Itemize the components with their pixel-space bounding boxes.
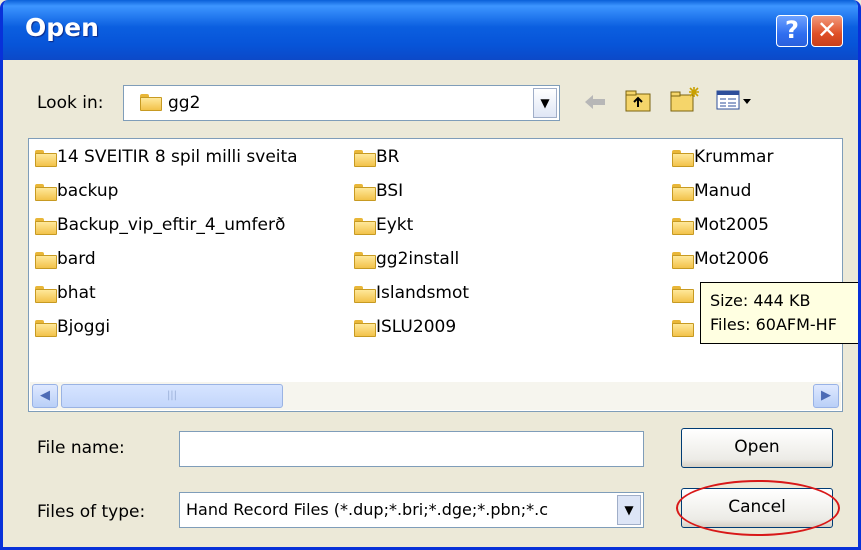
folder-icon [672,150,694,167]
folder-icon [354,252,376,269]
chevron-down-icon[interactable]: ▼ [533,88,557,118]
folder-icon [35,150,57,167]
folder-icon [672,286,694,303]
folder-tooltip: Size: 444 KB Files: 60AFM-HF [700,282,858,344]
folder-icon [354,320,376,337]
folder-icon [35,184,57,201]
dialog-title: Open [25,13,99,42]
folder-icon [354,286,376,303]
up-one-level-icon[interactable] [623,88,653,114]
folder-icon [672,252,694,269]
scroll-right-button[interactable]: ▶ [813,384,839,408]
folder-icon [354,150,376,167]
folder-icon [672,218,694,235]
folder-icon [35,286,57,303]
file-type-value: Hand Record Files (*.dup;*.bri;*.dge;*.p… [186,500,549,519]
help-button[interactable]: ? [776,15,808,47]
folder-icon [354,184,376,201]
scrollbar-thumb[interactable]: ||| [61,384,283,408]
scroll-left-button[interactable]: ◀ [32,384,58,408]
folder-icon [140,94,162,111]
open-dialog: Open ? ✕ Look in: gg2 ▼ 14 SVEITIR 8 spi… [0,0,861,550]
title-bar[interactable]: Open ? ✕ [3,0,858,60]
look-in-label: Look in: [37,93,104,113]
cancel-button[interactable]: Cancel [681,488,833,528]
folder-icon [35,320,57,337]
folder-icon [35,252,57,269]
folder-icon [35,218,57,235]
file-type-dropdown[interactable]: Hand Record Files (*.dup;*.bri;*.dge;*.p… [179,492,644,528]
back-arrow-icon[interactable] [583,93,607,111]
open-button[interactable]: Open [681,428,833,468]
folder-icon [672,184,694,201]
folder-icon [354,218,376,235]
folder-icon [672,320,694,337]
create-new-folder-icon[interactable] [668,84,702,114]
tooltip-size: Size: 444 KB [710,291,811,310]
tooltip-files: Files: 60AFM-HF [710,315,837,334]
close-button[interactable]: ✕ [811,15,843,47]
chevron-down-icon[interactable]: ▼ [617,495,641,525]
file-name-field[interactable] [179,431,644,467]
file-type-label: Files of type: [37,502,146,522]
look-in-value: gg2 [168,93,201,113]
horizontal-scrollbar[interactable]: ◀ ||| ▶ [30,382,841,410]
file-list[interactable]: 14 SVEITIR 8 spil milli sveita backup Ba… [28,138,843,412]
look-in-dropdown[interactable]: gg2 ▼ [123,85,560,121]
file-name-label: File name: [37,438,125,458]
view-menu-icon[interactable] [715,89,755,113]
